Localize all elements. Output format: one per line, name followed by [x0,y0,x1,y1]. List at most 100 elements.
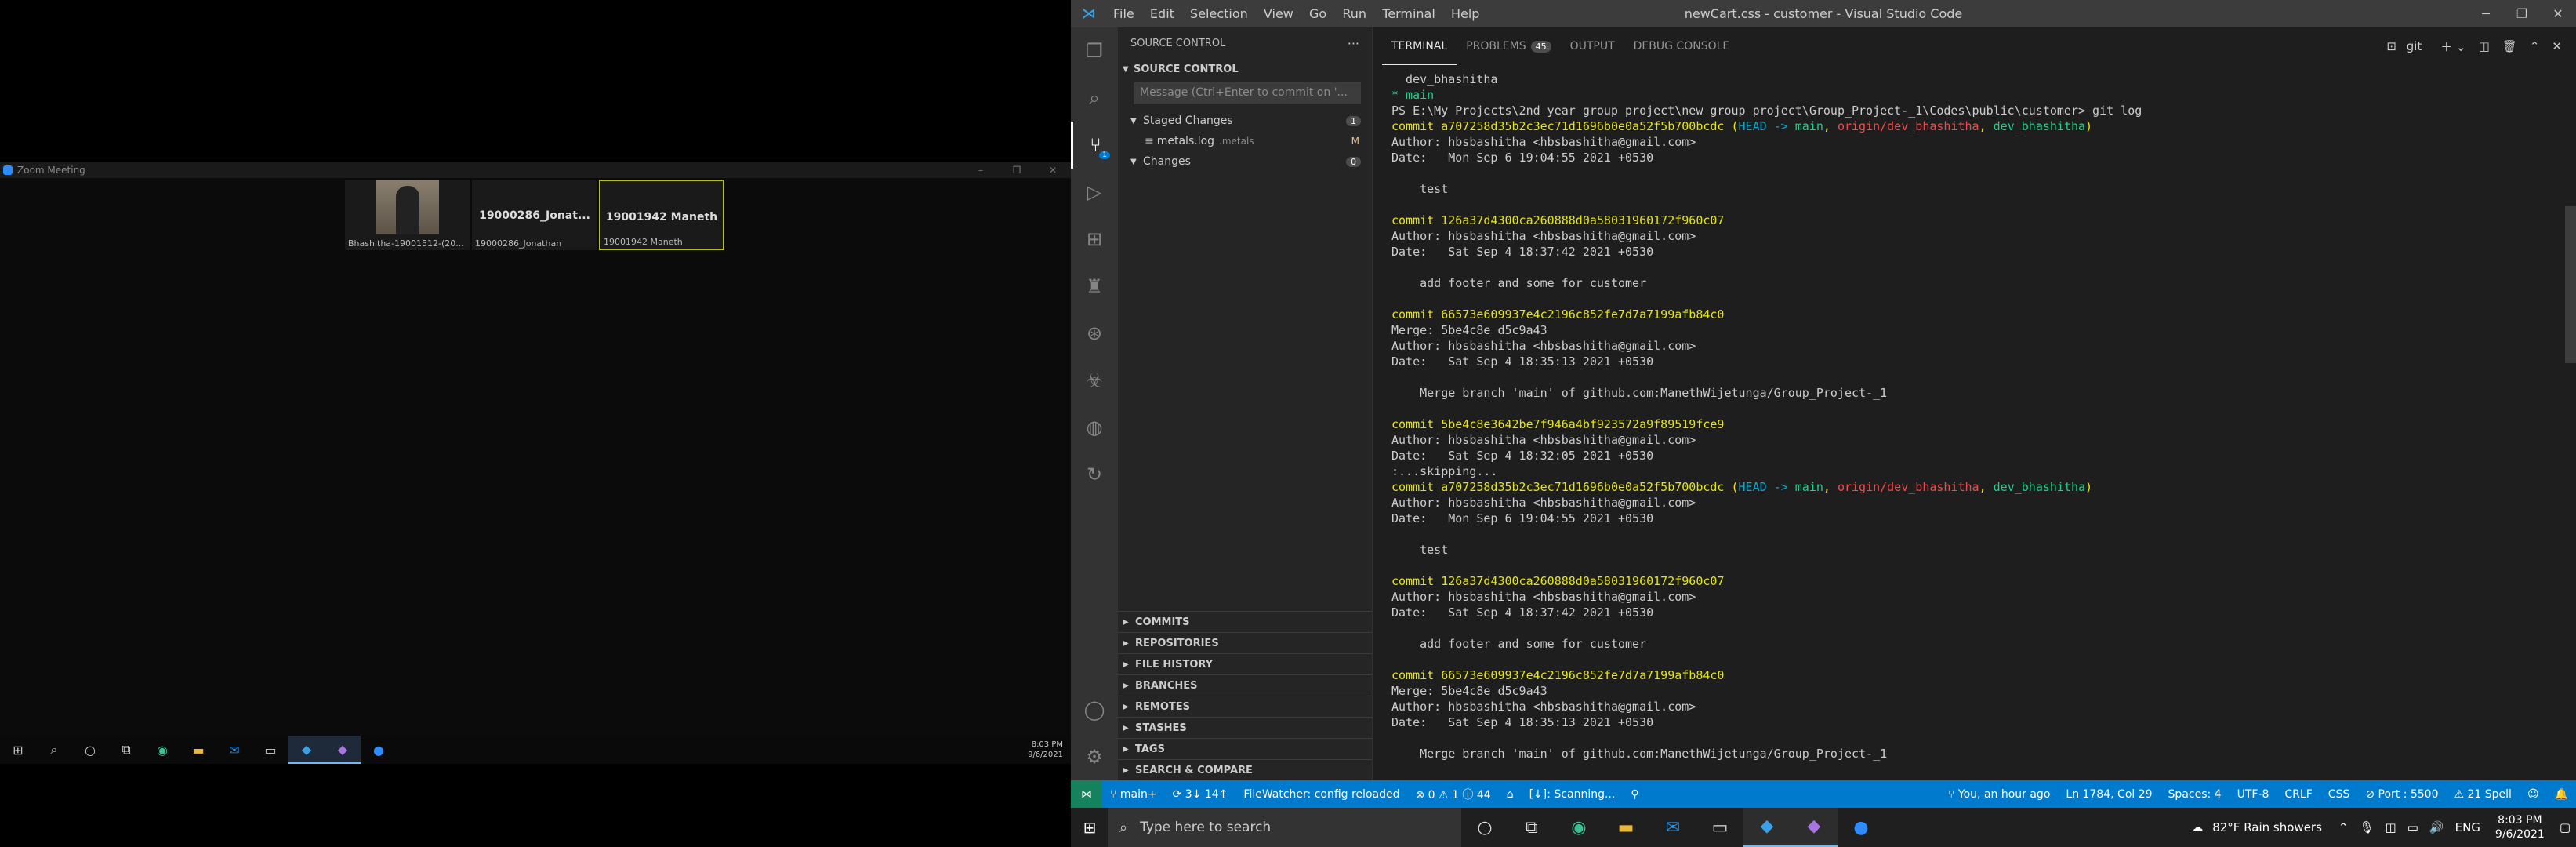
visual-studio-icon[interactable]: ◆ [1791,808,1838,847]
menu-view[interactable]: View [1257,6,1300,21]
left-clock[interactable]: 8:03 PM 9/6/2021 [1028,740,1071,760]
participant-tile-active-speaker[interactable]: 19001942 Maneth 19001942 Maneth [599,180,724,250]
run-debug-icon[interactable]: ▷ [1071,169,1118,216]
manage-gear-icon[interactable]: ⚙ [1071,733,1118,780]
cursor-position[interactable]: Ln 1784, Col 29 [2058,788,2160,801]
edge-icon[interactable]: ◉ [144,736,180,764]
terminal-shell-select[interactable]: ⊡ git [2380,39,2434,53]
commits-panel[interactable]: ▶ COMMITS [1118,611,1372,632]
chevron-up-icon[interactable]: ⌃ [2523,39,2546,53]
cortana-icon[interactable]: ○ [72,736,108,764]
accounts-icon[interactable]: ◯ [1071,686,1118,733]
language-mode[interactable]: CSS [2320,788,2358,801]
feedback-icon[interactable]: ☺ [2520,788,2547,801]
home-icon[interactable]: ⌂ [1499,788,1522,801]
github-icon[interactable]: ◍ [1071,404,1118,451]
menu-file[interactable]: File [1107,6,1141,21]
zoom-maximize-button[interactable]: ❐ [999,165,1035,176]
terminal-icon[interactable]: ▭ [1696,808,1743,847]
restore-button[interactable]: ❐ [2504,6,2540,21]
network-icon[interactable]: ◫ [2380,820,2402,834]
staged-changes-group[interactable]: ▼ Staged Changes 1 [1118,111,1372,131]
tab-output[interactable]: OUTPUT [1561,27,1624,65]
git-graph-icon[interactable]: ⊛ [1071,310,1118,357]
indentation[interactable]: Spaces: 4 [2161,788,2230,801]
windows-icon[interactable]: ⊞ [0,736,36,764]
vscode-icon[interactable]: ◆ [288,736,325,764]
metals-scanning-status[interactable]: [↓]: Scanning... [1522,788,1624,801]
menu-go[interactable]: Go [1303,6,1333,21]
link-icon[interactable]: ⚲ [1623,788,1646,801]
tab-problems[interactable]: PROBLEMS 45 [1457,27,1560,65]
menu-terminal[interactable]: Terminal [1376,6,1442,21]
language-indicator[interactable]: ENG [2450,820,2486,834]
spell-checker-status[interactable]: ⚠ 21 Spell [2447,788,2520,801]
search-icon[interactable]: ⌕ [1071,75,1118,122]
filewatcher-status[interactable]: FileWatcher: config reloaded [1235,788,1407,801]
staged-file-item[interactable]: ≡ metals.log .metals M [1118,131,1372,151]
tab-terminal[interactable]: TERMINAL [1382,27,1457,65]
vscode-taskbar-icon[interactable]: ◆ [1743,808,1791,847]
remote-explorer-icon[interactable]: ↻ [1071,451,1118,498]
explorer-icon[interactable]: ▬ [180,736,216,764]
gitlens-icon[interactable]: ☣ [1071,357,1118,404]
close-panel-icon[interactable]: ✕ [2545,39,2568,53]
source-control-section[interactable]: ▼ SOURCE CONTROL [1118,59,1372,79]
zoom-minimize-button[interactable]: – [963,165,999,176]
menu-run[interactable]: Run [1336,6,1373,21]
participant-tile[interactable]: Bhashitha-19001512-(20... [345,180,470,250]
commit-message-input[interactable]: Message (Ctrl+Enter to commit on '... [1134,82,1361,104]
clock[interactable]: 8:03 PM 9/6/2021 [2486,813,2554,842]
terminal-output[interactable]: dev_bhashitha * main PS E:\My Projects\2nd… [1391,71,2565,762]
remotes-panel[interactable]: ▶ REMOTES [1118,696,1372,717]
branches-panel[interactable]: ▶ BRANCHES [1118,674,1372,696]
cortana-icon[interactable]: ○ [1461,808,1508,847]
menu-edit[interactable]: Edit [1144,6,1181,21]
start-button-windows-icon[interactable]: ⊞ [1071,808,1108,847]
remote-indicator-icon[interactable]: ⋈ [1071,780,1102,808]
tags-panel[interactable]: ▶ TAGS [1118,738,1372,759]
repositories-panel[interactable]: ▶ REPOSITORIES [1118,632,1372,653]
battery-icon[interactable]: ▭ [2402,820,2424,834]
zoom-taskbar-icon[interactable]: ● [1838,808,1885,847]
microphone-icon[interactable]: 🎙 [2353,820,2379,834]
chevron-up-icon[interactable]: ⌃ [2333,820,2354,834]
volume-icon[interactable]: 🔊 [2424,820,2450,834]
tab-debug-console[interactable]: DEBUG CONSOLE [1624,27,1740,65]
branch-indicator[interactable]: ⑂ main+ [1102,788,1165,801]
menu-selection[interactable]: Selection [1184,6,1254,21]
encoding[interactable]: UTF-8 [2230,788,2277,801]
vs-icon[interactable]: ◆ [325,736,361,764]
source-control-icon[interactable]: ⑂ 1 [1071,122,1118,169]
git-blame-status[interactable]: ⑂ You, an hour ago [1940,788,2058,801]
problems-indicator[interactable]: ⊗ 0 ⚠ 1 ⓘ 44 [1407,787,1498,802]
terminal-scrollbar[interactable] [2565,206,2576,363]
file-history-panel[interactable]: ▶ FILE HISTORY [1118,653,1372,674]
taskbar-search-box[interactable]: ⌕ Type here to search [1108,808,1461,847]
explorer-icon[interactable]: ❐ [1071,27,1118,75]
zoom-icon[interactable]: ● [361,736,397,764]
mail-icon[interactable]: ✉ [1649,808,1696,847]
minimize-button[interactable]: ─ [2468,6,2504,21]
sync-indicator[interactable]: ⟳ 3↓ 14↑ [1165,788,1236,801]
split-terminal-icon[interactable]: ◫ [2473,39,2496,53]
task-view-icon[interactable]: ⧉ [108,736,144,764]
extensions-icon[interactable]: ⊞ [1071,216,1118,263]
zoom-close-button[interactable]: ✕ [1035,165,1071,176]
weather-widget[interactable]: ☁ 82°F Rain showers [2186,820,2332,834]
end-of-line[interactable]: CRLF [2277,788,2320,801]
metals-icon[interactable]: ♜ [1071,263,1118,310]
menu-help[interactable]: Help [1445,6,1486,21]
stashes-panel[interactable]: ▶ STASHES [1118,717,1372,738]
changes-group[interactable]: ▼ Changes 0 [1118,151,1372,172]
notification-center-icon[interactable]: ▢ [2554,820,2576,834]
file-explorer-icon[interactable]: ▬ [1602,808,1649,847]
edge-icon[interactable]: ◉ [1555,808,1602,847]
task-view-icon[interactable]: ⧉ [1508,808,1555,847]
more-actions-icon[interactable]: ··· [1348,36,1359,51]
new-terminal-icon[interactable]: ＋ ⌄ [2434,38,2472,55]
trash-icon[interactable]: 🗑 [2496,39,2523,53]
live-server-port[interactable]: ⊘ Port : 5500 [2357,788,2446,801]
terminal-icon[interactable]: ▭ [252,736,288,764]
notifications-bell-icon[interactable]: 🔔 [2547,788,2576,801]
